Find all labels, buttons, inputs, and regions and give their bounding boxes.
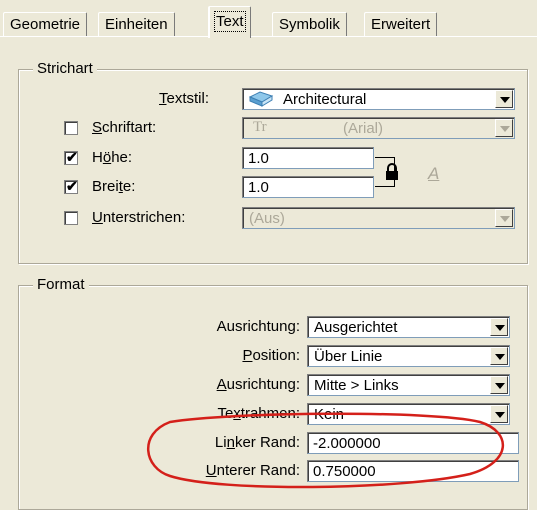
unterstrichen-value: (Aus)	[249, 210, 285, 227]
unterstrichen-dropdown[interactable]: (Aus)	[242, 207, 515, 229]
ausrichtung-2-label: Ausrichtung:	[216, 376, 300, 393]
hoehe-input[interactable]: 1.0	[242, 147, 374, 169]
ausrichtung-dropdown[interactable]: Ausgerichtet	[307, 316, 510, 338]
unterstrichen-label: Unterstrichen:	[92, 209, 186, 226]
strichart-legend: Strichart	[33, 60, 97, 77]
hoehe-label: Höhe:	[92, 149, 133, 166]
chevron-down-icon[interactable]	[495, 119, 513, 137]
tab-strip: Geometrie Einheiten Text Symbolik Erweit…	[0, 0, 537, 38]
schriftart-label: Schriftart:	[92, 119, 157, 136]
strichart-group: Strichart Textstil: Architectural Schrif…	[18, 60, 528, 264]
breite-label: Breite:	[92, 178, 136, 195]
chevron-down-icon[interactable]	[490, 318, 508, 336]
format-legend: Format	[33, 276, 89, 293]
breite-input[interactable]: 1.0	[242, 176, 374, 198]
textstil-dropdown[interactable]: Architectural	[242, 88, 515, 110]
checkmark-icon: ✔	[66, 178, 78, 194]
position-label: Position:	[242, 347, 300, 364]
ausrichtung-label: Ausrichtung:	[216, 318, 300, 335]
highlight-annotation	[147, 412, 505, 489]
chevron-down-icon[interactable]	[490, 376, 508, 394]
schriftart-dropdown[interactable]: Tr (Arial)	[242, 117, 515, 139]
tab-geometrie[interactable]: Geometrie	[3, 12, 88, 37]
text-settings-panel: Strichart Textstil: Architectural Schrif…	[0, 37, 537, 510]
schriftart-value: (Arial)	[343, 120, 383, 137]
textstil-label: Textstil:	[159, 90, 210, 107]
chevron-down-icon[interactable]	[490, 347, 508, 365]
chevron-down-icon[interactable]	[495, 209, 513, 227]
hoehe-checkbox[interactable]: ✔	[64, 149, 78, 165]
lock-icon[interactable]	[385, 163, 399, 185]
tab-symbolik[interactable]: Symbolik	[272, 12, 347, 37]
unterstrichen-checkbox[interactable]	[64, 211, 78, 225]
breite-checkbox[interactable]: ✔	[64, 178, 78, 194]
tab-text[interactable]: Text	[208, 6, 251, 38]
text-ruler-icon: A	[428, 164, 440, 183]
position-dropdown[interactable]: Über Linie	[307, 345, 510, 367]
tab-einheiten[interactable]: Einheiten	[98, 12, 175, 37]
checkmark-icon: ✔	[66, 149, 78, 165]
tab-erweitert[interactable]: Erweitert	[364, 12, 438, 37]
chevron-down-icon[interactable]	[495, 90, 513, 108]
ausrichtung-2-dropdown[interactable]: Mitte > Links	[307, 374, 510, 396]
textstil-value: Architectural	[283, 91, 367, 108]
truetype-font-icon: Tr	[253, 119, 267, 135]
textstil-icon	[248, 91, 274, 111]
schriftart-checkbox[interactable]	[64, 121, 78, 135]
